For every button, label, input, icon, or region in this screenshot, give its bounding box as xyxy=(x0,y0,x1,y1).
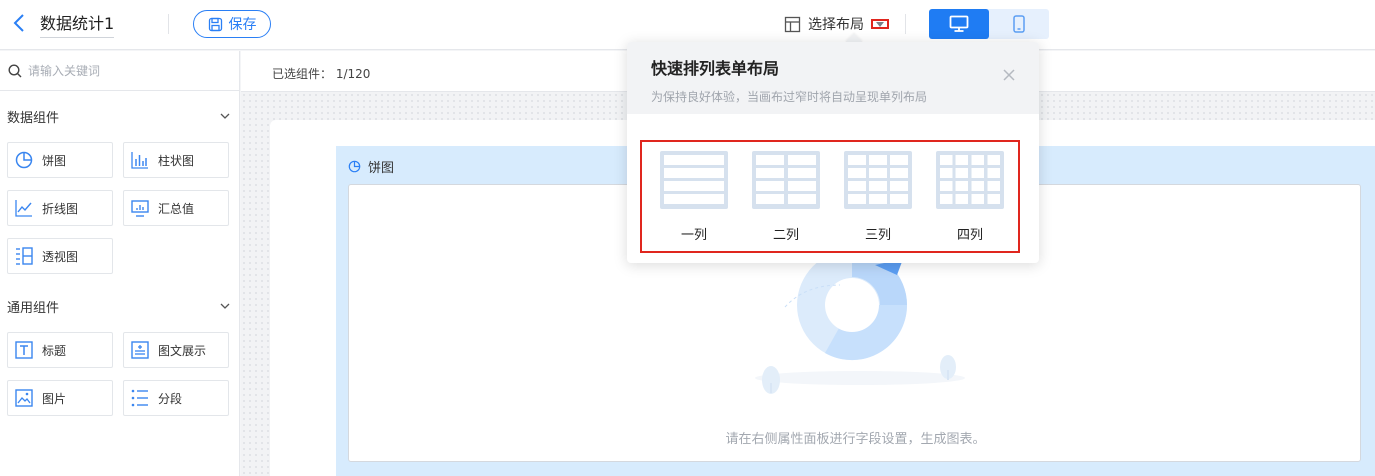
search-input[interactable] xyxy=(28,63,228,78)
component-line-chart[interactable]: 折线图 xyxy=(7,190,113,226)
layout-option-label: 四列 xyxy=(956,228,983,243)
widget-header: 饼图 xyxy=(348,157,394,176)
segment-icon xyxy=(131,389,148,407)
component-label: 汇总值 xyxy=(158,201,195,216)
summary-icon xyxy=(131,200,149,217)
popover-subtitle: 为保持良好体验，当画布过窄时将自动呈现单列布局 xyxy=(651,90,928,104)
group-title: 通用组件 xyxy=(7,300,60,316)
back-button[interactable] xyxy=(8,10,30,36)
selected-count: 1/120 xyxy=(335,67,371,81)
rich-text-icon xyxy=(131,341,149,359)
pivot-icon xyxy=(16,247,33,265)
empty-chart-illustration xyxy=(755,250,965,394)
desktop-icon xyxy=(949,15,969,32)
layout-option-label: 一列 xyxy=(680,228,707,243)
chevron-down-icon xyxy=(220,113,230,119)
component-label: 饼图 xyxy=(42,153,67,168)
mobile-view-button[interactable] xyxy=(989,9,1049,39)
layout-popover: 快速排列表单布局 为保持良好体验，当画布过窄时将自动呈现单列布局 一列 二列 三… xyxy=(627,42,1039,263)
search-icon xyxy=(8,63,22,77)
component-segment[interactable]: 分段 xyxy=(123,380,229,416)
mobile-icon xyxy=(1013,15,1025,33)
one-column-layout-icon xyxy=(660,151,728,209)
component-image[interactable]: 图片 xyxy=(7,380,113,416)
divider xyxy=(168,14,169,34)
component-summary[interactable]: 汇总值 xyxy=(123,190,229,226)
popover-header: 快速排列表单布局 为保持良好体验，当画布过窄时将自动呈现单列布局 xyxy=(627,42,1039,114)
chevron-down-icon xyxy=(220,303,230,309)
layout-picker-label: 选择布局 xyxy=(808,17,864,33)
component-pie-chart[interactable]: 饼图 xyxy=(7,142,113,178)
group-header-data[interactable]: 数据组件 xyxy=(0,104,239,128)
layout-picker[interactable]: 选择布局 xyxy=(784,14,889,34)
group-title: 数据组件 xyxy=(7,110,60,126)
layout-option-label: 三列 xyxy=(864,228,891,243)
title-icon xyxy=(15,341,33,359)
component-bar-chart[interactable]: 柱状图 xyxy=(123,142,229,178)
layout-options: 一列 二列 三列 四列 xyxy=(640,140,1020,253)
group-header-general[interactable]: 通用组件 xyxy=(0,294,239,318)
save-label: 保存 xyxy=(228,17,257,33)
desktop-view-button[interactable] xyxy=(929,9,989,39)
widget-title: 饼图 xyxy=(368,161,395,176)
search-bar xyxy=(0,51,239,91)
component-rich-text[interactable]: 图文展示 xyxy=(123,332,229,368)
component-label: 图片 xyxy=(42,391,67,406)
layout-option-one-column[interactable]: 一列 xyxy=(659,150,729,251)
component-label: 折线图 xyxy=(42,201,79,216)
layout-option-label: 二列 xyxy=(772,228,799,243)
bar-chart-icon xyxy=(131,152,148,169)
save-icon xyxy=(208,17,222,31)
image-icon xyxy=(15,389,33,407)
line-chart-icon xyxy=(15,200,32,217)
device-switch xyxy=(929,9,1049,39)
divider xyxy=(905,14,906,34)
component-title[interactable]: 标题 xyxy=(7,332,113,368)
caret-down-icon[interactable] xyxy=(871,19,889,29)
document-title[interactable]: 数据统计1 xyxy=(40,10,115,38)
selected-label: 已选组件： xyxy=(272,67,333,81)
three-column-layout-icon xyxy=(844,151,912,209)
layout-option-two-columns[interactable]: 二列 xyxy=(751,150,821,251)
popover-title: 快速排列表单布局 xyxy=(651,59,780,78)
save-button[interactable]: 保存 xyxy=(193,10,271,38)
layout-option-three-columns[interactable]: 三列 xyxy=(843,150,913,251)
four-column-layout-icon xyxy=(936,151,1004,209)
component-sidebar: 数据组件 饼图 柱状图 折线图 汇总值 透视图 通用组件 xyxy=(0,51,240,476)
component-label: 图文展示 xyxy=(158,343,207,358)
pie-chart-icon xyxy=(348,160,361,173)
component-pivot[interactable]: 透视图 xyxy=(7,238,113,274)
layout-option-four-columns[interactable]: 四列 xyxy=(935,150,1005,251)
component-label: 柱状图 xyxy=(158,153,195,168)
component-label: 分段 xyxy=(158,391,183,406)
pie-chart-icon xyxy=(15,151,33,169)
two-column-layout-icon xyxy=(752,151,820,209)
component-label: 透视图 xyxy=(42,249,79,264)
close-icon[interactable] xyxy=(1001,67,1017,83)
chevron-left-icon xyxy=(13,14,24,32)
component-label: 标题 xyxy=(42,343,67,358)
layout-icon xyxy=(784,16,801,32)
empty-hint: 请在右侧属性面板进行字段设置，生成图表。 xyxy=(725,432,986,447)
